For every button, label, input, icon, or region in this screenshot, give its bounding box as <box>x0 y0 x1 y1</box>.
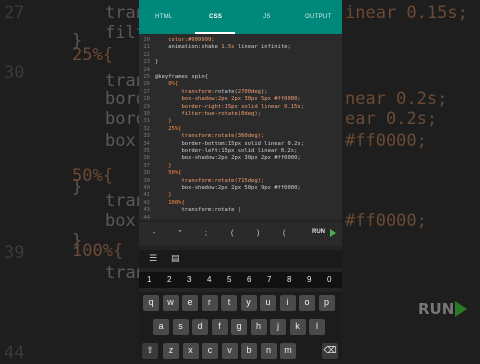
number-key[interactable]: 3 <box>187 275 191 284</box>
key-o[interactable]: o <box>299 295 315 311</box>
background-code-fragment: near 0.2s; <box>345 89 448 109</box>
symbol-bar: RUN - "; () ( <box>139 222 342 246</box>
background-line-number: 27 <box>4 3 25 23</box>
key-d[interactable]: d <box>192 319 208 335</box>
number-key[interactable]: 6 <box>247 275 251 284</box>
key-w[interactable]: w <box>162 295 179 311</box>
key-c[interactable]: c <box>202 343 218 359</box>
key-z[interactable]: z <box>163 343 179 359</box>
background-line-number: 30 <box>4 63 25 83</box>
key-s[interactable]: s <box>172 319 189 335</box>
background-code-fragment: 100%{ <box>72 241 124 261</box>
code-text: animation:shake 1.5s linear infinite; <box>155 44 291 51</box>
code-editor[interactable]: 20 color:#999999; 21 animation:shake 1.5s… <box>139 34 342 220</box>
key-j[interactable]: j <box>270 319 286 335</box>
number-key[interactable]: 2 <box>167 275 171 284</box>
symbol-key[interactable]: ) <box>257 230 259 237</box>
background-line-number: 44 <box>4 343 25 363</box>
key-f[interactable]: f <box>211 319 228 335</box>
tab-html[interactable]: HTML <box>155 14 173 20</box>
code-text: transform:rotate | <box>155 207 242 214</box>
key-g[interactable]: g <box>231 319 247 335</box>
number-key[interactable]: 9 <box>307 275 311 284</box>
number-key[interactable]: 4 <box>207 275 211 284</box>
tab-css[interactable]: CSS <box>209 14 222 20</box>
key-k[interactable]: k <box>289 319 306 335</box>
backspace-key[interactable]: ⌫ <box>322 343 338 359</box>
phone-screen: HTML CSS JS OUTPUT 20 color:#999999; 21 a… <box>139 0 342 360</box>
number-key[interactable]: 8 <box>287 275 291 284</box>
number-key[interactable]: 7 <box>267 275 271 284</box>
background-play-icon <box>455 301 467 317</box>
play-icon[interactable] <box>330 229 336 237</box>
symbol-key[interactable]: ; <box>205 230 207 237</box>
tab-js[interactable]: JS <box>263 14 271 20</box>
background-code-fragment: inear 0.15s; <box>345 3 468 23</box>
code-text: box-shadow:2px 2px 30px 2px #ff0000; <box>155 155 301 162</box>
key-v[interactable]: v <box>221 343 238 359</box>
keyboard-toolbar: ☰ ▤ <box>139 250 342 268</box>
code-text: box-shadow:2px 2px 50px 9px #ff0000; <box>155 185 301 191</box>
number-key[interactable]: 1 <box>147 275 151 284</box>
background-code-fragment: #ff0000; <box>345 131 427 151</box>
background-run-label: RUN <box>418 300 455 318</box>
number-row: 1 2 3 4 5 6 7 8 9 0 <box>139 272 342 288</box>
background-code-fragment: 25%{ <box>72 45 113 65</box>
symbol-key[interactable]: ( <box>231 230 233 237</box>
number-key[interactable]: 0 <box>327 275 331 284</box>
key-m[interactable]: m <box>280 343 296 359</box>
run-button[interactable]: RUN <box>312 229 325 235</box>
key-a[interactable]: a <box>153 319 169 335</box>
menu-icon[interactable]: ☰ <box>149 254 157 264</box>
background-code-fragment: #ff0000; <box>345 211 427 231</box>
clipboard-icon[interactable]: ▤ <box>171 254 180 264</box>
key-t[interactable]: t <box>221 295 237 311</box>
background-code-fragment: 50%{ <box>72 166 113 186</box>
symbol-key[interactable]: " <box>179 230 182 237</box>
number-key[interactable]: 5 <box>227 275 231 284</box>
soft-keyboard: q w e r t y u i o p a s d f g h j k l z x c v b n m ⇧ ⌫ <box>139 292 342 360</box>
key-x[interactable]: x <box>182 343 199 359</box>
editor-tabs: HTML CSS JS OUTPUT <box>139 0 342 34</box>
key-l[interactable]: l <box>309 319 325 335</box>
shift-key[interactable]: ⇧ <box>142 343 158 359</box>
key-r[interactable]: r <box>201 295 218 311</box>
key-e[interactable]: e <box>182 295 198 311</box>
tab-output[interactable]: OUTPUT <box>305 14 331 20</box>
key-b[interactable]: b <box>241 343 257 359</box>
key-h[interactable]: h <box>250 319 267 335</box>
key-y[interactable]: y <box>240 295 257 311</box>
code-text: } <box>155 59 159 66</box>
background-line-number: 39 <box>4 243 25 263</box>
key-p[interactable]: p <box>318 295 335 311</box>
symbol-key[interactable]: - <box>153 230 155 237</box>
symbol-key[interactable]: ( <box>283 230 285 237</box>
background-code-fragment: ear 0.2s; <box>345 109 438 129</box>
key-u[interactable]: u <box>260 295 276 311</box>
key-q[interactable]: q <box>143 295 159 311</box>
key-n[interactable]: n <box>260 343 277 359</box>
key-i[interactable]: i <box>279 295 296 311</box>
line-number: 44 <box>143 214 150 220</box>
